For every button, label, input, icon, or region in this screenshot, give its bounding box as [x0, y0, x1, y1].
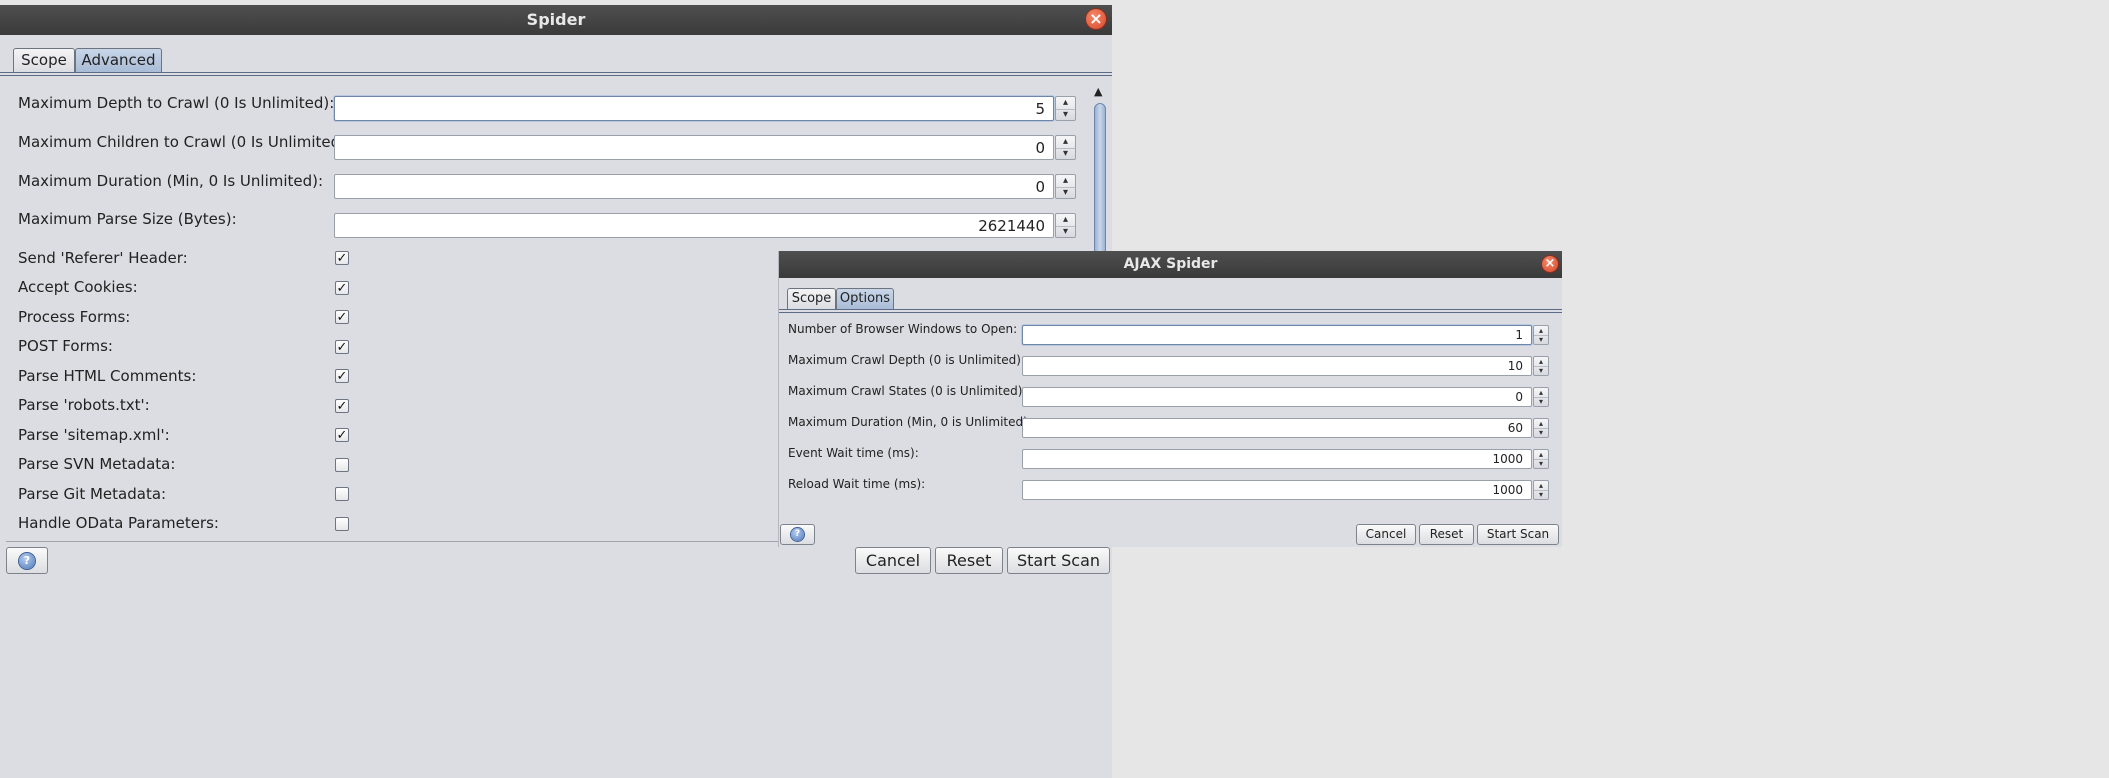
max-depth-input[interactable]: 5: [334, 96, 1054, 121]
browser-windows-label: Number of Browser Windows to Open:: [788, 322, 1018, 336]
chevron-down-icon[interactable]: ▾: [1056, 226, 1075, 238]
chevron-down-icon[interactable]: ▾: [1534, 366, 1548, 375]
spider-start-scan-button[interactable]: Start Scan: [1007, 547, 1110, 574]
ajax-titlebar[interactable]: AJAX Spider: [779, 251, 1562, 278]
chevron-down-icon[interactable]: ▾: [1056, 109, 1075, 121]
ajax-spider-dialog: AJAX Spider × Scope Options Number of Br…: [779, 251, 1562, 547]
ajax-close-icon[interactable]: ×: [1542, 256, 1558, 272]
parse-svn-label: Parse SVN Metadata:: [18, 455, 176, 473]
ajax-max-duration-input[interactable]: 60: [1022, 418, 1532, 438]
event-wait-stepper[interactable]: ▴ ▾: [1533, 449, 1549, 469]
max-crawl-depth-label: Maximum Crawl Depth (0 is Unlimited):: [788, 353, 1025, 367]
help-icon: ?: [791, 528, 804, 541]
ajax-title: AJAX Spider: [1123, 256, 1218, 272]
ajax-tabs: Scope Options: [779, 288, 1562, 313]
parse-html-comments-checkbox[interactable]: ✓: [335, 369, 349, 383]
max-parse-size-stepper[interactable]: ▴ ▾: [1055, 213, 1076, 238]
ajax-help-button[interactable]: ?: [780, 524, 815, 545]
parse-robots-label: Parse 'robots.txt':: [18, 396, 150, 414]
parse-svn-checkbox[interactable]: [335, 458, 349, 472]
spider-title: Spider: [526, 10, 586, 29]
chevron-down-icon[interactable]: ▾: [1534, 428, 1548, 437]
chevron-down-icon[interactable]: ▾: [1534, 490, 1548, 499]
send-referer-checkbox[interactable]: ✓: [335, 251, 349, 265]
accept-cookies-checkbox[interactable]: ✓: [335, 281, 349, 295]
max-depth-stepper[interactable]: ▴ ▾: [1055, 96, 1076, 121]
max-children-stepper[interactable]: ▴ ▾: [1055, 135, 1076, 160]
max-crawl-depth-input[interactable]: 10: [1022, 356, 1532, 376]
max-duration-input[interactable]: 0: [334, 174, 1054, 199]
process-forms-label: Process Forms:: [18, 308, 131, 326]
ajax-start-scan-button[interactable]: Start Scan: [1477, 524, 1559, 545]
reload-wait-stepper[interactable]: ▴ ▾: [1533, 480, 1549, 500]
parse-robots-checkbox[interactable]: ✓: [335, 399, 349, 413]
help-icon: ?: [19, 552, 35, 569]
chevron-down-icon[interactable]: ▾: [1056, 187, 1075, 199]
max-depth-label: Maximum Depth to Crawl (0 Is Unlimited):: [18, 94, 335, 112]
handle-odata-checkbox[interactable]: [335, 517, 349, 531]
event-wait-label: Event Wait time (ms):: [788, 446, 919, 460]
max-parse-size-input[interactable]: 2621440: [334, 213, 1054, 238]
tab-scope[interactable]: Scope: [13, 48, 75, 72]
reload-wait-label: Reload Wait time (ms):: [788, 477, 926, 491]
chevron-down-icon[interactable]: ▾: [1056, 148, 1075, 160]
scroll-up-icon[interactable]: ▲: [1094, 85, 1102, 98]
max-duration-stepper[interactable]: ▴ ▾: [1055, 174, 1076, 199]
max-crawl-states-label: Maximum Crawl States (0 is Unlimited):: [788, 384, 1027, 398]
spider-help-button[interactable]: ?: [6, 547, 48, 574]
ajax-max-duration-label: Maximum Duration (Min, 0 is Unlimited):: [788, 415, 1032, 429]
max-duration-label: Maximum Duration (Min, 0 Is Unlimited):: [18, 172, 324, 190]
max-children-input[interactable]: 0: [334, 135, 1054, 160]
spider-cancel-button[interactable]: Cancel: [855, 547, 931, 574]
chevron-down-icon[interactable]: ▾: [1534, 397, 1548, 406]
parse-sitemap-checkbox[interactable]: ✓: [335, 428, 349, 442]
chevron-down-icon[interactable]: ▾: [1534, 335, 1548, 344]
tab-advanced[interactable]: Advanced: [75, 48, 162, 72]
accept-cookies-label: Accept Cookies:: [18, 278, 138, 296]
process-forms-checkbox[interactable]: ✓: [335, 310, 349, 324]
parse-html-comments-label: Parse HTML Comments:: [18, 367, 197, 385]
ajax-cancel-button[interactable]: Cancel: [1356, 524, 1416, 545]
chevron-down-icon[interactable]: ▾: [1534, 459, 1548, 468]
ajax-reset-button[interactable]: Reset: [1419, 524, 1474, 545]
max-crawl-states-stepper[interactable]: ▴ ▾: [1533, 387, 1549, 407]
max-children-label: Maximum Children to Crawl (0 Is Unlimite…: [18, 133, 352, 151]
tab-scope[interactable]: Scope: [787, 288, 836, 309]
handle-odata-label: Handle OData Parameters:: [18, 514, 219, 532]
spider-tabs: Scope Advanced: [0, 48, 1112, 76]
max-parse-size-label: Maximum Parse Size (Bytes):: [18, 210, 237, 228]
reload-wait-input[interactable]: 1000: [1022, 480, 1532, 500]
max-crawl-depth-stepper[interactable]: ▴ ▾: [1533, 356, 1549, 376]
browser-windows-stepper[interactable]: ▴ ▾: [1533, 325, 1549, 345]
post-forms-label: POST Forms:: [18, 337, 113, 355]
event-wait-input[interactable]: 1000: [1022, 449, 1532, 469]
parse-git-checkbox[interactable]: [335, 487, 349, 501]
parse-sitemap-label: Parse 'sitemap.xml':: [18, 426, 170, 444]
send-referer-label: Send 'Referer' Header:: [18, 249, 188, 267]
spider-close-icon[interactable]: ×: [1086, 9, 1106, 29]
browser-windows-input[interactable]: 1: [1022, 325, 1532, 345]
tab-options[interactable]: Options: [836, 288, 894, 309]
max-crawl-states-input[interactable]: 0: [1022, 387, 1532, 407]
post-forms-checkbox[interactable]: ✓: [335, 340, 349, 354]
spider-reset-button[interactable]: Reset: [935, 547, 1003, 574]
ajax-max-duration-stepper[interactable]: ▴ ▾: [1533, 418, 1549, 438]
parse-git-label: Parse Git Metadata:: [18, 485, 167, 503]
spider-titlebar[interactable]: Spider: [0, 5, 1112, 35]
